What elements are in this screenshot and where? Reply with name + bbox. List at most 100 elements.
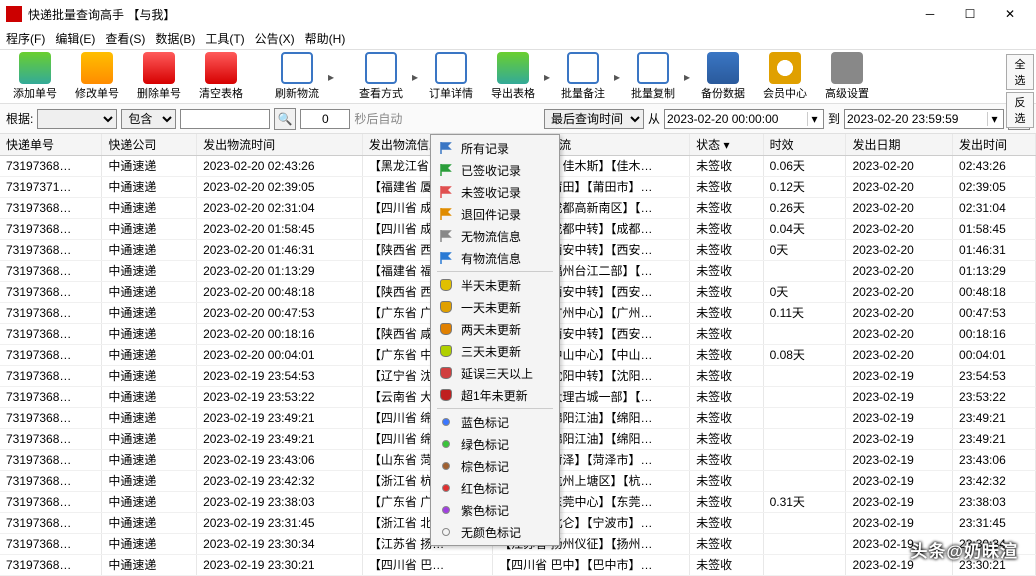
invert-selection-button[interactable]: 反选 <box>1006 92 1034 128</box>
toolbar-添加单号[interactable]: 添加单号 <box>4 52 66 101</box>
view-option-未签收记录[interactable]: 未签收记录 <box>433 181 557 203</box>
menu-item-label: 红色标记 <box>461 480 509 497</box>
cell: 0.26天 <box>763 197 846 218</box>
minimize-button[interactable]: ─ <box>910 0 950 28</box>
view-option-蓝色标记[interactable]: 蓝色标记 <box>433 411 557 433</box>
高级设置-icon <box>831 52 863 84</box>
view-option-绿色标记[interactable]: 绿色标记 <box>433 433 557 455</box>
toolbar-查看方式[interactable]: 查看方式 <box>350 52 412 101</box>
close-button[interactable]: ✕ <box>990 0 1030 28</box>
toolbar-caret[interactable]: ▸ <box>614 70 622 84</box>
toolbar-会员中心[interactable]: 会员中心 <box>754 52 816 101</box>
cell: 未签收 <box>690 554 763 575</box>
filter-field-select[interactable] <box>37 109 117 129</box>
toolbar-删除单号[interactable]: 删除单号 <box>128 52 190 101</box>
toolbar-caret[interactable]: ▸ <box>684 70 692 84</box>
cell: 2023-02-20 00:18:16 <box>197 323 363 344</box>
toolbar-批量备注[interactable]: 批量备注 <box>552 52 614 101</box>
view-mode-menu[interactable]: 所有记录已签收记录未签收记录退回件记录无物流信息有物流信息半天未更新一天未更新两… <box>430 134 560 546</box>
menu-item[interactable]: 工具(T) <box>205 30 244 47</box>
view-option-已签收记录[interactable]: 已签收记录 <box>433 159 557 181</box>
view-option-无颜色标记[interactable]: 无颜色标记 <box>433 521 557 543</box>
chevron-down-icon[interactable]: ▾ <box>807 112 821 126</box>
maximize-button[interactable]: ☐ <box>950 0 990 28</box>
view-option-超1年未更新[interactable]: 超1年未更新 <box>433 384 557 406</box>
cell: 2023-02-20 <box>846 239 953 260</box>
view-option-紫色标记[interactable]: 紫色标记 <box>433 499 557 521</box>
toolbar-刷新物流[interactable]: 刷新物流 <box>266 52 328 101</box>
刷新物流-icon <box>281 52 313 84</box>
count-input[interactable] <box>300 109 350 129</box>
view-option-无物流信息[interactable]: 无物流信息 <box>433 225 557 247</box>
cell: 0天 <box>763 281 846 302</box>
cell: 73197368… <box>0 281 102 302</box>
toolbar-caret[interactable]: ▸ <box>328 70 336 84</box>
cell: 01:46:31 <box>953 239 1036 260</box>
menu-item[interactable]: 帮助(H) <box>305 30 346 47</box>
date-to-input[interactable]: 2023-02-20 23:59:59▾ <box>844 109 1004 129</box>
menu-item-label: 无物流信息 <box>461 228 521 245</box>
view-option-半天未更新[interactable]: 半天未更新 <box>433 274 557 296</box>
select-all-button[interactable]: 全选 <box>1006 54 1034 90</box>
jar-icon <box>437 387 455 403</box>
toolbar-批量复制[interactable]: 批量复制 <box>622 52 684 101</box>
menu-item[interactable]: 查看(S) <box>105 30 145 47</box>
toolbar-订单详情[interactable]: 订单详情 <box>420 52 482 101</box>
toolbar-caret[interactable]: ▸ <box>412 70 420 84</box>
cell: 02:43:26 <box>953 155 1036 176</box>
cell: 73197368… <box>0 512 102 533</box>
menu-item[interactable]: 编辑(E) <box>55 30 95 47</box>
menu-item[interactable]: 程序(F) <box>6 30 45 47</box>
toolbar-导出表格[interactable]: 导出表格 <box>482 52 544 101</box>
cell: 中通速递 <box>102 386 197 407</box>
table-row[interactable]: 73197368…中通速递2023-02-19 23:30:21【四川省 巴…【… <box>0 554 1036 575</box>
view-option-三天未更新[interactable]: 三天未更新 <box>433 340 557 362</box>
chevron-down-icon[interactable]: ▾ <box>987 112 1001 126</box>
cell: 23:53:22 <box>953 386 1036 407</box>
cell: 未签收 <box>690 407 763 428</box>
search-button[interactable]: 🔍 <box>274 108 296 130</box>
toolbar-高级设置[interactable]: 高级设置 <box>816 52 878 101</box>
cell: 2023-02-20 <box>846 281 953 302</box>
view-option-一天未更新[interactable]: 一天未更新 <box>433 296 557 318</box>
cell <box>763 512 846 533</box>
view-option-棕色标记[interactable]: 棕色标记 <box>433 455 557 477</box>
filter-op-select[interactable]: 包含 <box>121 109 176 129</box>
view-option-所有记录[interactable]: 所有记录 <box>433 137 557 159</box>
批量复制-icon <box>637 52 669 84</box>
toolbar-清空表格[interactable]: 清空表格 <box>190 52 252 101</box>
menu-item-label: 无颜色标记 <box>461 524 521 541</box>
toolbar-修改单号[interactable]: 修改单号 <box>66 52 128 101</box>
column-header[interactable]: 快递单号 <box>0 134 102 155</box>
view-option-两天未更新[interactable]: 两天未更新 <box>433 318 557 340</box>
view-option-延误三天以上[interactable]: 延误三天以上 <box>433 362 557 384</box>
toolbar-caret[interactable]: ▸ <box>544 70 552 84</box>
column-header[interactable]: 状态 ▾ <box>690 134 763 155</box>
menu-item-label: 两天未更新 <box>461 321 521 338</box>
date-from-input[interactable]: 2023-02-20 00:00:00▾ <box>664 109 824 129</box>
cell: 01:13:29 <box>953 260 1036 281</box>
view-option-红色标记[interactable]: 红色标记 <box>433 477 557 499</box>
app-icon <box>6 6 22 22</box>
filter-value-input[interactable] <box>180 109 270 129</box>
view-option-有物流信息[interactable]: 有物流信息 <box>433 247 557 269</box>
cell: 2023-02-20 00:04:01 <box>197 344 363 365</box>
column-header[interactable]: 发出物流时间 <box>197 134 363 155</box>
time-column-select[interactable]: 最后查询时间 <box>544 109 644 129</box>
cell: 2023-02-20 02:39:05 <box>197 176 363 197</box>
添加单号-icon <box>19 52 51 84</box>
column-header[interactable]: 时效 <box>763 134 846 155</box>
menu-item-label: 绿色标记 <box>461 436 509 453</box>
cell: 23:38:03 <box>953 491 1036 512</box>
cell: 中通速递 <box>102 155 197 176</box>
menu-item[interactable]: 公告(X) <box>255 30 295 47</box>
column-header[interactable]: 快递公司 <box>102 134 197 155</box>
view-option-退回件记录[interactable]: 退回件记录 <box>433 203 557 225</box>
menu-item[interactable]: 数据(B) <box>155 30 195 47</box>
column-header[interactable]: 发出时间 <box>953 134 1036 155</box>
flag-icon <box>437 206 455 222</box>
cell: 2023-02-19 <box>846 449 953 470</box>
cell: 2023-02-19 <box>846 386 953 407</box>
column-header[interactable]: 发出日期 <box>846 134 953 155</box>
toolbar-备份数据[interactable]: 备份数据 <box>692 52 754 101</box>
